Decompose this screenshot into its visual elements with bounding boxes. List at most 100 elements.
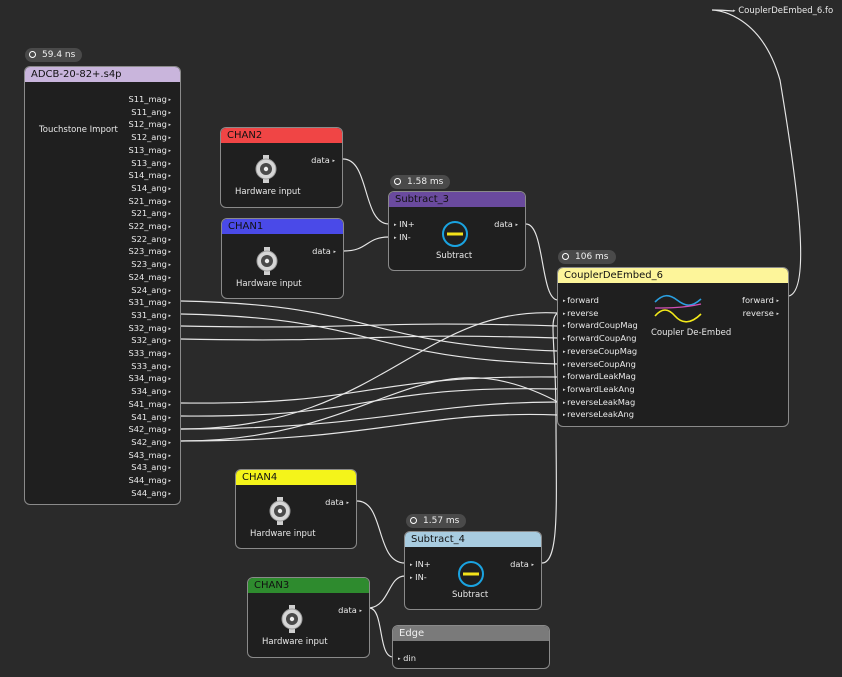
- coupler-input-port[interactable]: ▸ forwardCoupAng: [563, 333, 637, 344]
- wire: [541, 312, 559, 564]
- port-arrow-icon: ▸: [166, 287, 171, 294]
- coupler-reverse-output[interactable]: reverse ▸: [743, 308, 779, 319]
- edge-din-input[interactable]: ▸ din: [398, 653, 416, 664]
- subtract3-in-plus[interactable]: ▸ IN+: [394, 219, 415, 230]
- adcb-caption: Touchstone Import: [39, 125, 118, 135]
- adcb-output-port[interactable]: S31_mag ▸: [128, 297, 171, 308]
- adcb-output-label: S32_ang: [131, 335, 167, 346]
- adcb-output-port[interactable]: S42_ang ▸: [131, 437, 171, 448]
- port-arrow-icon: ▸: [166, 414, 171, 421]
- coupler-timing-text: 106 ms: [575, 252, 609, 262]
- port-arrow-icon: ▸: [166, 249, 171, 256]
- adcb-output-port[interactable]: S12_mag ▸: [128, 119, 171, 130]
- adcb-output-port[interactable]: S11_ang ▸: [131, 107, 171, 118]
- edge-node[interactable]: Edge ▸ din: [392, 625, 550, 669]
- subtract3-data-output[interactable]: data ▸: [494, 219, 518, 230]
- subtract3-caption: Subtract: [436, 251, 473, 261]
- adcb-output-port[interactable]: S14_ang ▸: [131, 183, 171, 194]
- touchstone-import-node[interactable]: ADCB-20-82+.s4p Touchstone Import S11_ma…: [24, 66, 181, 505]
- adcb-output-port[interactable]: S34_ang ▸: [131, 386, 171, 397]
- coupler-caption: Coupler De-Embed: [651, 328, 732, 338]
- coupler-input-port[interactable]: ▸ forwardCoupMag: [563, 320, 638, 331]
- coupler-input-label: forwardLeakMag: [567, 371, 636, 382]
- adcb-output-label: S41_ang: [131, 411, 167, 422]
- coupler-input-label: forwardLeakAng: [567, 383, 635, 394]
- adcb-output-port[interactable]: S22_ang ▸: [131, 234, 171, 245]
- port-arrow-icon: ▸: [166, 439, 171, 446]
- chan2-data-output[interactable]: data ▸: [311, 155, 335, 166]
- adcb-output-port[interactable]: S44_mag ▸: [128, 475, 171, 486]
- subtract3-in-plus-label: IN+: [399, 219, 415, 229]
- chan3-output-label: data: [338, 605, 357, 615]
- adcb-output-port[interactable]: S23_ang ▸: [131, 259, 171, 270]
- subtract3-node[interactable]: Subtract_3 ▸ IN+ ▸ IN- data ▸ Subtract: [388, 191, 526, 271]
- adcb-output-label: S13_ang: [131, 157, 167, 168]
- subtract4-data-output[interactable]: data ▸: [510, 559, 534, 570]
- adcb-output-label: S11_mag: [128, 94, 167, 104]
- bnc-connector-icon: [254, 155, 278, 187]
- adcb-output-label: S14_mag: [128, 170, 167, 181]
- chan1-caption: Hardware input: [236, 279, 302, 289]
- adcb-output-port[interactable]: S33_mag ▸: [128, 348, 171, 359]
- subtract4-in-minus[interactable]: ▸ IN-: [410, 572, 427, 583]
- coupler-deembed-node[interactable]: CouplerDeEmbed_6 ▸ forward ▸ reverse ▸ for…: [557, 267, 789, 427]
- coupler-input-port[interactable]: ▸ forwardLeakAng: [563, 384, 635, 395]
- chan2-caption: Hardware input: [235, 187, 301, 197]
- bnc-connector-icon: [280, 605, 304, 637]
- adcb-output-label: S21_ang: [131, 208, 167, 219]
- subtract4-node[interactable]: Subtract_4 ▸ IN+ ▸ IN- data ▸ Subtract: [404, 531, 542, 610]
- wire: [369, 607, 394, 658]
- output-file-label[interactable]: ▸ CouplerDeEmbed_6.fo: [733, 6, 833, 16]
- port-arrow-icon: ▸: [166, 97, 171, 103]
- adcb-output-port[interactable]: S33_ang ▸: [131, 361, 171, 372]
- coupler-input-port[interactable]: ▸ reverseLeakAng: [563, 409, 634, 420]
- wire: [180, 323, 559, 328]
- adcb-output-port[interactable]: S24_mag ▸: [128, 272, 171, 283]
- chan3-hardware-input-node[interactable]: CHAN3 Hardware input data ▸: [247, 577, 370, 658]
- adcb-output-port[interactable]: S43_mag ▸: [128, 450, 171, 461]
- adcb-output-port[interactable]: S41_mag ▸: [128, 399, 171, 410]
- adcb-output-port[interactable]: S21_ang ▸: [131, 208, 171, 219]
- adcb-output-port[interactable]: S31_ang ▸: [131, 310, 171, 321]
- coupler-input-label: reverseCoupAng: [567, 358, 636, 369]
- subtract4-in-plus[interactable]: ▸ IN+: [410, 559, 431, 570]
- chan4-output-label: data: [325, 497, 344, 507]
- coupler-input-port[interactable]: ▸ reverseCoupMag: [563, 346, 637, 357]
- adcb-output-port[interactable]: S42_mag ▸: [128, 424, 171, 435]
- adcb-output-port[interactable]: S11_mag ▸: [128, 94, 171, 105]
- chan1-hardware-input-node[interactable]: CHAN1 Hardware input data ▸: [221, 218, 344, 299]
- adcb-output-port[interactable]: S44_ang ▸: [131, 488, 171, 499]
- adcb-output-port[interactable]: S41_ang ▸: [131, 412, 171, 423]
- chan1-data-output[interactable]: data ▸: [312, 246, 336, 257]
- adcb-output-port[interactable]: S22_mag ▸: [128, 221, 171, 232]
- adcb-output-port[interactable]: S21_mag ▸: [128, 196, 171, 207]
- adcb-output-label: S22_mag: [128, 221, 167, 231]
- coupler-input-label: reverseLeakAng: [567, 409, 634, 420]
- adcb-output-port[interactable]: S14_mag ▸: [128, 170, 171, 181]
- wire: [180, 413, 559, 442]
- adcb-output-port[interactable]: S23_mag ▸: [128, 246, 171, 257]
- coupler-input-port[interactable]: ▸ reverseLeakMag: [563, 397, 635, 408]
- adcb-output-port[interactable]: S32_ang ▸: [131, 335, 171, 346]
- coupler-input-port[interactable]: ▸ forward: [563, 295, 599, 306]
- subtract3-in-minus[interactable]: ▸ IN-: [394, 232, 411, 243]
- chan4-hardware-input-node[interactable]: CHAN4 Hardware input data ▸: [235, 469, 357, 549]
- adcb-output-port[interactable]: S13_mag ▸: [128, 145, 171, 156]
- adcb-output-port[interactable]: S12_ang ▸: [131, 132, 171, 143]
- port-arrow-icon: ▸: [166, 224, 171, 230]
- adcb-output-port[interactable]: S34_mag ▸: [128, 373, 171, 384]
- coupler-forward-output[interactable]: forward ▸: [742, 295, 779, 306]
- chan2-hardware-input-node[interactable]: CHAN2 Hardware input data ▸: [220, 127, 343, 208]
- adcb-output-port[interactable]: S13_ang ▸: [131, 158, 171, 169]
- wire: [342, 158, 390, 225]
- adcb-output-port[interactable]: S32_mag ▸: [128, 323, 171, 334]
- coupler-input-port[interactable]: ▸ forwardLeakMag: [563, 371, 636, 382]
- adcb-output-port[interactable]: S24_ang ▸: [131, 285, 171, 296]
- adcb-output-label: S24_mag: [128, 271, 167, 282]
- chan4-data-output[interactable]: data ▸: [325, 497, 349, 508]
- adcb-output-port[interactable]: S43_ang ▸: [131, 462, 171, 473]
- wire: [180, 388, 559, 417]
- coupler-input-port[interactable]: ▸ reverseCoupAng: [563, 359, 636, 370]
- coupler-input-port[interactable]: ▸ reverse: [563, 308, 598, 319]
- chan3-data-output[interactable]: data ▸: [338, 605, 362, 616]
